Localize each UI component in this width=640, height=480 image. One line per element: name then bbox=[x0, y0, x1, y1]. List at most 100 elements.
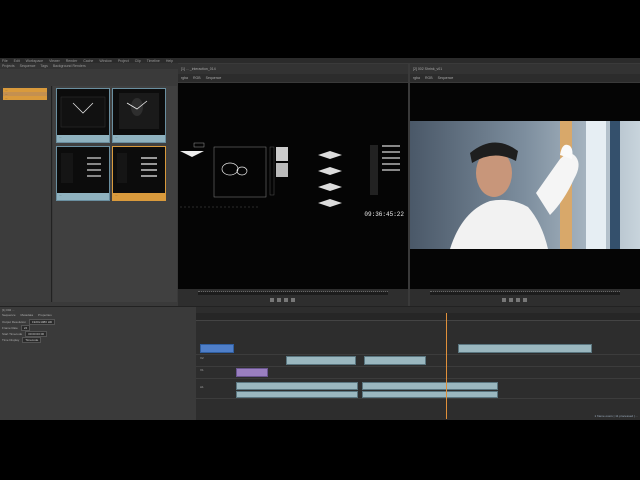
viewer-right-canvas[interactable] bbox=[410, 83, 640, 289]
bin-item[interactable]: ... bbox=[3, 92, 47, 96]
viewer-right-header: [2] 002 Shrink_v01 bbox=[410, 64, 640, 74]
menu-edit[interactable]: Edit bbox=[14, 59, 20, 63]
frame-rate-row: Frame Rate 24 bbox=[2, 325, 31, 331]
menu-viewer[interactable]: Viewer bbox=[49, 59, 60, 63]
status-text: 1 frame overs | 11 processed | ... bbox=[594, 414, 638, 418]
track-header-selected[interactable] bbox=[200, 344, 234, 353]
colorspace-select[interactable]: RGB bbox=[193, 76, 201, 80]
output-resolution-select[interactable]: 1920x1080 HD bbox=[29, 319, 56, 325]
menu-workspace[interactable]: Workspace bbox=[26, 59, 43, 63]
clip-thumbnail[interactable]: ... bbox=[112, 146, 166, 201]
channel-select[interactable]: rgba bbox=[181, 76, 188, 80]
track-label: A1 bbox=[200, 385, 204, 389]
next-frame-button[interactable] bbox=[523, 298, 527, 302]
track-label: V2 bbox=[200, 356, 204, 360]
play-button[interactable] bbox=[516, 298, 520, 302]
timeline-clip[interactable] bbox=[236, 368, 268, 377]
actor-frame bbox=[410, 121, 640, 249]
track-label: V1 bbox=[200, 368, 204, 372]
menu-render[interactable]: Render bbox=[66, 59, 77, 63]
transport-buttons bbox=[270, 298, 295, 302]
bin-item[interactable]: ... bbox=[3, 96, 47, 100]
menu-window[interactable]: Window bbox=[99, 59, 111, 63]
scrub-bar[interactable] bbox=[430, 292, 620, 295]
thumbnail-image bbox=[119, 93, 159, 129]
play-reverse-button[interactable] bbox=[277, 298, 281, 302]
time-display-row: Time Display Timecode bbox=[2, 337, 42, 343]
viewer-left-transport bbox=[178, 289, 408, 307]
thumbnail-caption: ... bbox=[57, 135, 109, 142]
clip-thumbnail[interactable]: ... bbox=[56, 88, 110, 143]
track-v2: V2 bbox=[196, 355, 640, 367]
prev-frame-button[interactable] bbox=[270, 298, 274, 302]
timeline-clip[interactable] bbox=[362, 382, 498, 390]
clip-thumbnail[interactable]: ... bbox=[56, 146, 110, 201]
play-button[interactable] bbox=[284, 298, 288, 302]
properties-tabs: Sequence Metadata Properties bbox=[2, 313, 52, 317]
timeline-clip[interactable] bbox=[236, 391, 358, 398]
menu-timeline[interactable]: Timeline bbox=[147, 59, 160, 63]
transport-buttons bbox=[502, 298, 527, 302]
viewer-left-controls: rgba RGB Sequence bbox=[178, 74, 408, 82]
property-label: Frame Rate bbox=[2, 326, 18, 330]
thumbnail-image bbox=[117, 153, 157, 183]
viewer-right-tab[interactable]: [2] 002 Shrink_v01 bbox=[413, 67, 442, 71]
timeline-clip[interactable] bbox=[236, 382, 358, 390]
interface-graphic bbox=[180, 142, 400, 208]
colorspace-select[interactable]: RGB bbox=[425, 76, 433, 80]
app-window: File Edit Workspace Viewer Render Cache … bbox=[0, 58, 640, 420]
bin-item-selected[interactable]: ... bbox=[3, 88, 47, 92]
menu-help[interactable]: Help bbox=[166, 59, 173, 63]
viewer-timecode: 09:36:45:22 bbox=[364, 211, 404, 218]
scrub-bar[interactable] bbox=[198, 292, 388, 295]
viewer-right-transport bbox=[410, 289, 640, 307]
viewer-left-canvas[interactable]: 09:36:45:22 bbox=[178, 83, 408, 289]
timeline-clip[interactable] bbox=[364, 356, 426, 365]
property-label: Output Resolution bbox=[2, 320, 27, 324]
timeline-ruler[interactable] bbox=[196, 313, 640, 321]
playhead[interactable] bbox=[446, 313, 447, 419]
viewer-left-header: [1] ... _interaction_014 bbox=[178, 64, 408, 74]
timeline-clip[interactable] bbox=[286, 356, 356, 365]
menu-project[interactable]: Project bbox=[118, 59, 129, 63]
thumbnail-caption: ... bbox=[113, 135, 165, 142]
start-timecode-row: Start Timecode 00:00:00:00 bbox=[2, 331, 48, 337]
thumbnail-caption: ... bbox=[57, 193, 109, 200]
thumbnail-image bbox=[61, 153, 101, 183]
sequence-select[interactable]: Sequence bbox=[206, 76, 222, 80]
bin-tree: ... ... ... bbox=[0, 86, 52, 302]
menu-cache[interactable]: Cache bbox=[83, 59, 93, 63]
viewer-right-controls: rgba RGB Sequence bbox=[410, 74, 640, 82]
clip-browser: ... ... ... ... bbox=[53, 86, 177, 302]
timeline-tab[interactable]: [1] 002 ... bbox=[2, 308, 15, 312]
property-label: Time Display bbox=[2, 338, 20, 342]
tab-projects[interactable]: Projects bbox=[2, 64, 15, 68]
tab-background-renders[interactable]: Background Renders bbox=[53, 64, 86, 68]
play-reverse-button[interactable] bbox=[509, 298, 513, 302]
viewer-left-tab[interactable]: [1] ... _interaction_014 bbox=[181, 67, 216, 71]
tab-properties[interactable]: Properties bbox=[38, 313, 52, 317]
channel-select[interactable]: rgba bbox=[413, 76, 420, 80]
tab-sequence[interactable]: Sequence bbox=[2, 313, 16, 317]
time-display-select[interactable]: Timecode bbox=[22, 337, 42, 343]
sequence-select[interactable]: Sequence bbox=[438, 76, 454, 80]
property-label: Start Timecode bbox=[2, 332, 23, 336]
thumbnail-image bbox=[60, 96, 106, 128]
sequence-properties-panel: [1] 002 ... Sequence Metadata Properties… bbox=[0, 306, 196, 420]
tab-sequence[interactable]: Sequence bbox=[20, 64, 36, 68]
timeline-clip[interactable] bbox=[458, 344, 592, 353]
next-frame-button[interactable] bbox=[291, 298, 295, 302]
timeline-clip[interactable] bbox=[362, 391, 498, 398]
menu-clip[interactable]: Clip bbox=[135, 59, 141, 63]
timeline-panel: V3 V2 V1 A1 1 frame overs | 11 processed… bbox=[196, 306, 640, 420]
menu-file[interactable]: File bbox=[2, 59, 8, 63]
thumbnail-caption: ... bbox=[113, 193, 165, 200]
clip-thumbnail[interactable]: ... bbox=[112, 88, 166, 143]
tab-tags[interactable]: Tags bbox=[40, 64, 47, 68]
track-v3: V3 bbox=[196, 343, 640, 355]
project-tabs: Projects Sequence Tags Background Render… bbox=[0, 63, 178, 69]
prev-frame-button[interactable] bbox=[502, 298, 506, 302]
output-resolution-row: Output Resolution 1920x1080 HD bbox=[2, 319, 56, 325]
track-v1: V1 bbox=[196, 367, 640, 379]
tab-metadata[interactable]: Metadata bbox=[21, 313, 34, 317]
